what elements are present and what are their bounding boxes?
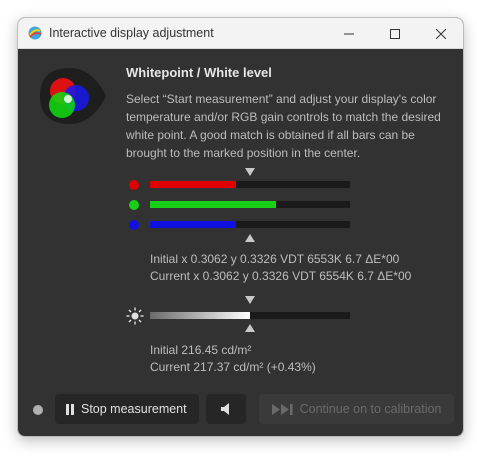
speaker-icon [221, 403, 229, 415]
luminance-bar-fill [150, 312, 250, 319]
current-luminance: Current 217.37 cd/m² (+0.43%) [150, 360, 316, 374]
luminance-target-marker-top [245, 296, 255, 304]
minimize-icon [344, 33, 354, 34]
stop-measurement-label: Stop measurement [81, 402, 187, 416]
skip-forward-icon [271, 403, 293, 415]
green-bar-fill [150, 201, 276, 208]
close-button[interactable] [418, 18, 463, 49]
sound-toggle-button[interactable] [206, 394, 246, 424]
instructions-text: Select “Start measurement” and adjust yo… [126, 92, 441, 160]
status-indicator [33, 405, 43, 415]
red-bar-fill [150, 181, 236, 188]
target-marker-bottom [245, 234, 255, 242]
title-bar: Interactive display adjustment [18, 18, 463, 49]
initial-chromaticity: Initial x 0.3062 y 0.3326 VDT 6553K 6.7 … [150, 252, 400, 266]
initial-luminance: Initial 216.45 cd/m² [150, 343, 252, 357]
green-channel-dot [129, 200, 139, 210]
red-channel-dot [129, 180, 139, 190]
minimize-button[interactable] [326, 18, 372, 49]
rgb-logo-icon [40, 68, 106, 124]
app-icon [28, 26, 42, 40]
blue-bar [150, 221, 350, 228]
continue-label: Continue on to calibration [299, 402, 442, 416]
red-bar [150, 181, 350, 188]
continue-to-calibration-button[interactable]: Continue on to calibration [259, 394, 454, 424]
current-chromaticity: Current x 0.3062 y 0.3326 VDT 6554K 6.7 … [150, 269, 412, 283]
luminance-target-marker-bottom [245, 324, 255, 332]
window-title: Interactive display adjustment [49, 26, 214, 40]
section-heading: Whitepoint / White level [126, 65, 272, 80]
pause-icon [66, 403, 74, 415]
green-bar [150, 201, 350, 208]
maximize-icon [390, 28, 400, 39]
maximize-button[interactable] [372, 18, 418, 49]
stop-measurement-button[interactable]: Stop measurement [55, 394, 199, 424]
dialog-window: Interactive display adjustment Whitepoin… [17, 17, 464, 437]
close-icon [436, 28, 446, 39]
target-marker-top [245, 168, 255, 176]
blue-channel-dot [129, 220, 139, 230]
brightness-icon [126, 307, 144, 325]
luminance-bar [150, 312, 350, 319]
blue-bar-fill [150, 221, 236, 228]
